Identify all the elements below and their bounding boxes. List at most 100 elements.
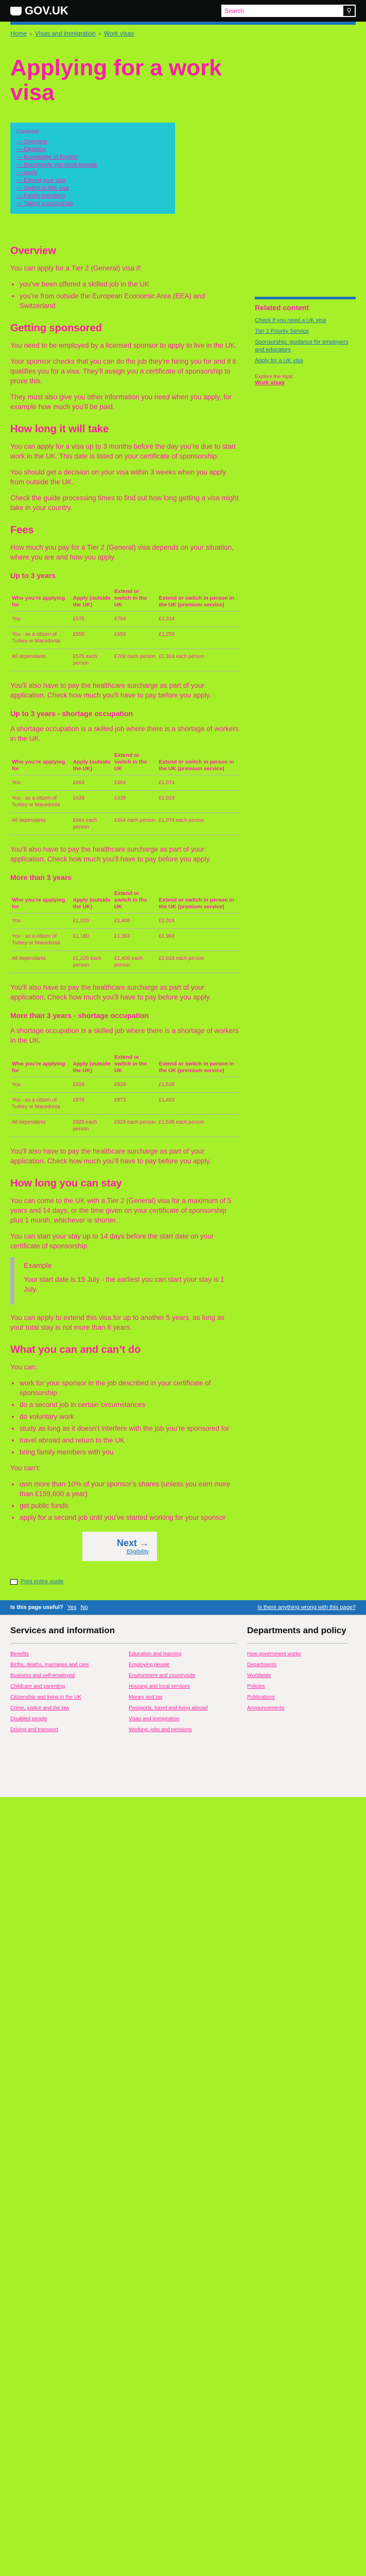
- table-cell: £464 each person: [113, 812, 158, 835]
- footer-link[interactable]: Employing people: [129, 1662, 237, 1668]
- table-cell: You: [10, 1077, 72, 1093]
- table-cell: £439: [113, 790, 158, 813]
- table-cell: £1,538 each person: [157, 1114, 239, 1137]
- list-item: get public funds: [20, 1501, 239, 1511]
- contents-item[interactable]: Documents you must provide: [16, 161, 169, 169]
- contents-item[interactable]: Knowledge of English: [16, 154, 169, 161]
- govuk-logo[interactable]: GOV.UK: [10, 4, 68, 18]
- related-link[interactable]: Tier 2 Priority Service: [255, 328, 356, 335]
- footer-link[interactable]: Announcements: [247, 1705, 348, 1711]
- stay-paragraph: You can apply to extend this visa for up…: [10, 1314, 225, 1331]
- footer-link[interactable]: Education and learning: [129, 1651, 237, 1657]
- search-button[interactable]: ⚲: [342, 5, 356, 17]
- footer-link[interactable]: Births, deaths, marriages and care: [10, 1662, 118, 1668]
- contents-item[interactable]: Apply: [16, 169, 169, 177]
- feedback-no[interactable]: No: [81, 1604, 88, 1611]
- column-header: Apply (outside the UK): [71, 1052, 113, 1077]
- footer-link[interactable]: Benefits: [10, 1651, 118, 1657]
- footer-link[interactable]: Working, jobs and pensions: [129, 1726, 237, 1733]
- table-cell: £1,408: [113, 913, 158, 929]
- column-header: Extend or switch in the UK: [113, 1052, 158, 1077]
- footer-departments-heading: Departments and policy: [247, 1625, 348, 1643]
- footer-link[interactable]: Passports, travel and living abroad: [129, 1705, 237, 1711]
- footer-link[interactable]: Visas and immigration: [129, 1716, 237, 1722]
- next-page-link[interactable]: Next → Eligibility: [82, 1532, 157, 1561]
- contents-item[interactable]: Extend your visa: [16, 177, 169, 184]
- fee-section-heading: Up to 3 years: [10, 571, 56, 580]
- fees-intro: How much you pay for a Tier 2 (General) …: [10, 544, 234, 561]
- table-cell: £928 each person: [71, 1114, 113, 1137]
- table-cell: £1,314 each person: [157, 649, 239, 671]
- stay-paragraph: You can come to the UK with a Tier 2 (Ge…: [10, 1197, 232, 1224]
- breadcrumb-work-visas[interactable]: Work visas: [104, 30, 134, 37]
- site-header: GOV.UK ⚲: [0, 0, 366, 22]
- can-intro: You can:: [10, 1363, 38, 1371]
- table-cell: £1,314: [157, 611, 239, 627]
- footer-link[interactable]: How government works: [247, 1651, 348, 1657]
- table-cell: £555: [71, 626, 113, 649]
- fee-section-intro: A shortage occupation is a skilled job w…: [10, 1027, 239, 1044]
- feedback-question: Is this page useful?: [10, 1604, 63, 1611]
- footer-link[interactable]: Childcare and parenting: [10, 1683, 118, 1690]
- stay-paragraph: You can start your stay up to 14 days be…: [10, 1232, 214, 1250]
- footer-link[interactable]: Worldwide: [247, 1672, 348, 1679]
- contents-list: Overview Eligibility Knowledge of Englis…: [16, 138, 169, 208]
- column-header: Extend or switch in the UK: [113, 888, 158, 913]
- footer-link[interactable]: Housing and local services: [129, 1683, 237, 1690]
- feedback-yes[interactable]: Yes: [67, 1604, 77, 1611]
- cant-list: own more than 10% of your sponsor’s shar…: [20, 1479, 239, 1522]
- fee-table: Who you’re applying for Apply (outside t…: [10, 750, 239, 835]
- footer-link[interactable]: Citizenship and living in the UK: [10, 1694, 118, 1701]
- sponsored-paragraph: Your sponsor checks that you can do the …: [10, 358, 236, 385]
- breadcrumb-visas[interactable]: Visas and immigration: [35, 30, 96, 37]
- column-header: Who you’re applying for: [10, 750, 72, 775]
- column-header: Extend or switch in person in the UK (pr…: [157, 750, 239, 775]
- related-link[interactable]: Apply for a UK visa: [255, 357, 356, 365]
- related-link[interactable]: Sponsorship: guidance for employers and …: [255, 338, 356, 354]
- table-cell: You: [10, 611, 72, 627]
- column-header: Extend or switch in the UK: [113, 750, 158, 775]
- related-link[interactable]: Check if you need a UK visa: [255, 317, 356, 325]
- breadcrumb-home[interactable]: Home: [10, 30, 27, 37]
- list-item: study as long as it doesn’t interfere wi…: [20, 1423, 239, 1433]
- breadcrumb: Home › Visas and immigration › Work visa…: [0, 25, 366, 42]
- table-cell: £464: [113, 775, 158, 791]
- table-cell: £873: [113, 1092, 158, 1115]
- surcharge-note: You’ll also have to pay the healthcare s…: [10, 845, 211, 863]
- table-cell: £704: [113, 611, 158, 627]
- fee-section-intro: A shortage occupation is a skilled job w…: [10, 725, 239, 742]
- breadcrumb-separator: ›: [98, 30, 101, 37]
- explore-topic-link[interactable]: Work visas: [255, 380, 356, 386]
- footer-link[interactable]: Disabled people: [10, 1716, 118, 1722]
- contents-item[interactable]: Switch to this visa: [16, 184, 169, 192]
- table-cell: £928: [71, 1077, 113, 1093]
- table-cell: All dependants: [10, 1114, 72, 1137]
- contents-item[interactable]: Taking a second job: [16, 200, 169, 208]
- report-problem-link[interactable]: Is there anything wrong with this page?: [257, 1604, 356, 1611]
- cant-intro: You can’t:: [10, 1464, 41, 1472]
- footer-link[interactable]: Crime, justice and the law: [10, 1705, 118, 1711]
- search-input[interactable]: [221, 5, 342, 17]
- column-header: Extend or switch in person in the UK (pr…: [157, 1052, 239, 1077]
- fee-table: Who you’re applying for Apply (outside t…: [10, 1052, 239, 1137]
- footer-link[interactable]: Driving and transport: [10, 1726, 118, 1733]
- footer-link[interactable]: Departments: [247, 1662, 348, 1668]
- how-long-paragraph: Check the guide processing times to find…: [10, 494, 239, 512]
- footer-link[interactable]: Policies: [247, 1683, 348, 1690]
- print-guide-link[interactable]: Print entire guide: [10, 1579, 239, 1585]
- footer-link[interactable]: Environment and countryside: [129, 1672, 237, 1679]
- footer-link[interactable]: Publications: [247, 1694, 348, 1701]
- stay-heading: How long you can stay: [10, 1178, 122, 1189]
- contents-item[interactable]: Family members: [16, 192, 169, 200]
- contents-item[interactable]: Eligibility: [16, 146, 169, 154]
- table-row: You - as a citizen of Turkey or Macedoni…: [10, 626, 239, 649]
- contents-box: Contents Overview Eligibility Knowledge …: [10, 123, 175, 214]
- footer-link[interactable]: Money and tax: [129, 1694, 237, 1701]
- overview-heading: Overview: [10, 245, 56, 257]
- fee-table: Who you’re applying for Apply (outside t…: [10, 586, 239, 671]
- footer-link[interactable]: Business and self-employed: [10, 1672, 118, 1679]
- can-list: work for your sponsor in the job describ…: [20, 1378, 239, 1457]
- how-long-paragraph: You should get a decision on your visa w…: [10, 468, 226, 486]
- page-wrapper: Applying for a work visa Contents Overvi…: [0, 56, 366, 1600]
- contents-item[interactable]: Overview: [16, 138, 169, 146]
